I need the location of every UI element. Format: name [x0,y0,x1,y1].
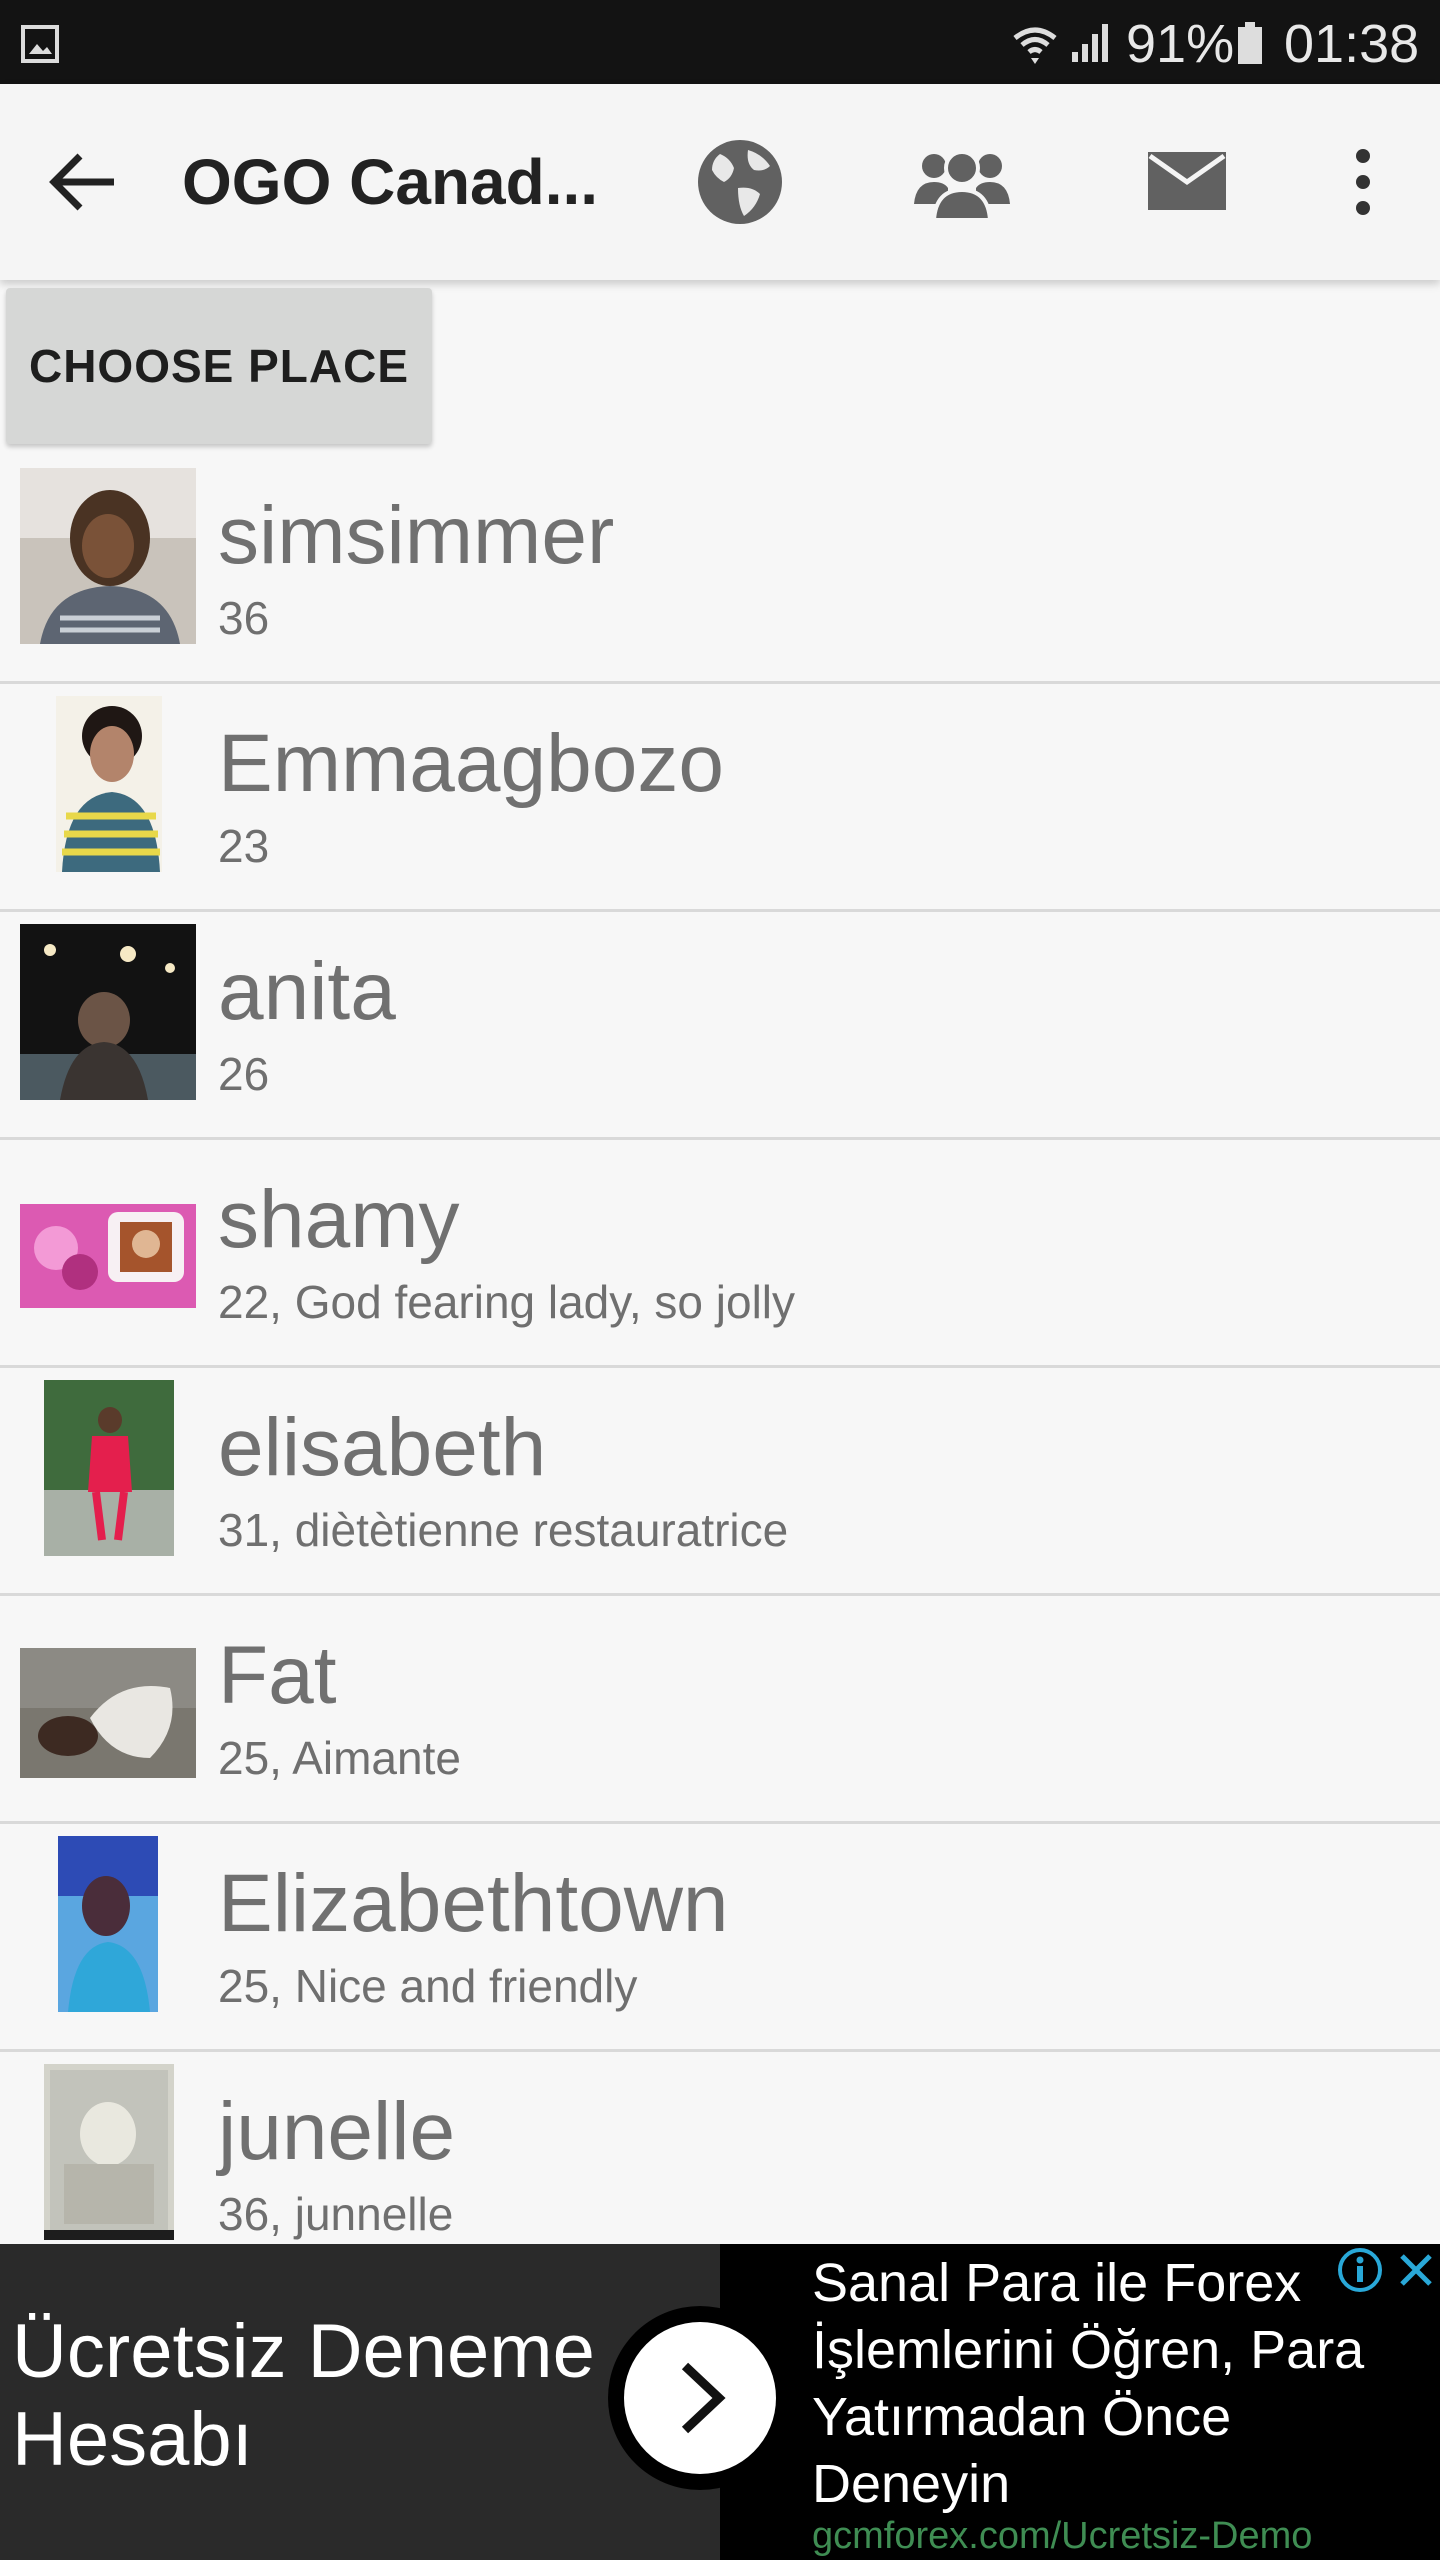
user-name: Elizabethtown [218,1858,729,1949]
status-bar: 91% 01:38 [0,0,1440,84]
user-subtitle: 25, Aimante [218,1732,461,1784]
info-icon[interactable] [1336,2246,1384,2294]
user-name: anita [218,946,396,1037]
mail-icon[interactable] [1146,150,1228,212]
user-subtitle: 36 [218,592,270,644]
avatar[interactable] [56,696,162,872]
avatar[interactable] [20,1152,196,1328]
app-toolbar: OGO Canad... [0,84,1440,280]
user-subtitle: 22, God fearing lady, so jolly [218,1276,796,1328]
user-subtitle: 36, junnelle [218,2188,454,2240]
user-subtitle: 23 [218,820,270,872]
avatar[interactable] [58,1836,158,2012]
list-item[interactable]: simsimmer 36 [0,456,1440,684]
user-subtitle: 26 [218,1048,270,1100]
signal-icon [1072,24,1108,62]
clock: 01:38 [1284,14,1420,74]
chevron-right-icon [681,2362,726,2434]
ad-headline-line2: Hesabı [12,2397,253,2482]
user-name: simsimmer [218,490,615,581]
globe-icon[interactable] [694,136,786,228]
avatar[interactable] [20,1608,196,1784]
battery-icon [1238,22,1262,64]
list-item[interactable]: Elizabethtown 25, Nice and friendly [0,1824,1440,2052]
list-item[interactable]: Fat 25, Aimante [0,1596,1440,1824]
close-icon[interactable] [1392,2246,1440,2294]
page-title: OGO Canad... [182,146,599,218]
avatar[interactable] [44,1380,174,1556]
list-item[interactable]: elisabeth 31, diètètienne restauratrice [0,1368,1440,1596]
more-vert-icon[interactable] [1338,144,1388,220]
wifi-icon [1013,27,1057,64]
user-name: Emmaagbozo [218,718,724,809]
avatar[interactable] [20,468,196,644]
ad-url[interactable]: gcmforex.com/Ucretsiz-Demo [812,2514,1312,2558]
ad-headline[interactable]: Ücretsiz Deneme Hesabı [12,2308,595,2484]
user-name: junelle [218,2086,456,2177]
back-arrow-icon[interactable] [48,150,120,214]
user-subtitle: 31, diètètienne restauratrice [218,1504,789,1556]
battery-percent: 91% [1126,14,1235,74]
list-item[interactable]: shamy 22, God fearing lady, so jolly [0,1140,1440,1368]
user-name: shamy [218,1174,460,1265]
user-subtitle: 25, Nice and friendly [218,1960,638,2012]
ad-banner[interactable]: Ücretsiz Deneme Hesabı Sanal Para ile Fo… [0,2244,1440,2560]
ad-headline-line1: Ücretsiz Deneme [12,2309,595,2394]
ad-arrow-button[interactable] [624,2322,776,2474]
user-name: Fat [218,1630,337,1721]
user-list: simsimmer 36 Emmaagbozo 23 anita 26 sham… [0,456,1440,2280]
list-item[interactable]: anita 26 [0,912,1440,1140]
ad-description[interactable]: Sanal Para ile Forex İşlemlerini Öğren, … [812,2250,1412,2518]
user-name: elisabeth [218,1402,547,1493]
gallery-icon [21,25,59,63]
avatar[interactable] [44,2064,174,2240]
people-icon[interactable] [912,144,1012,220]
choose-place-button[interactable]: CHOOSE PLACE [6,288,432,444]
avatar[interactable] [20,924,196,1100]
list-item[interactable]: Emmaagbozo 23 [0,684,1440,912]
